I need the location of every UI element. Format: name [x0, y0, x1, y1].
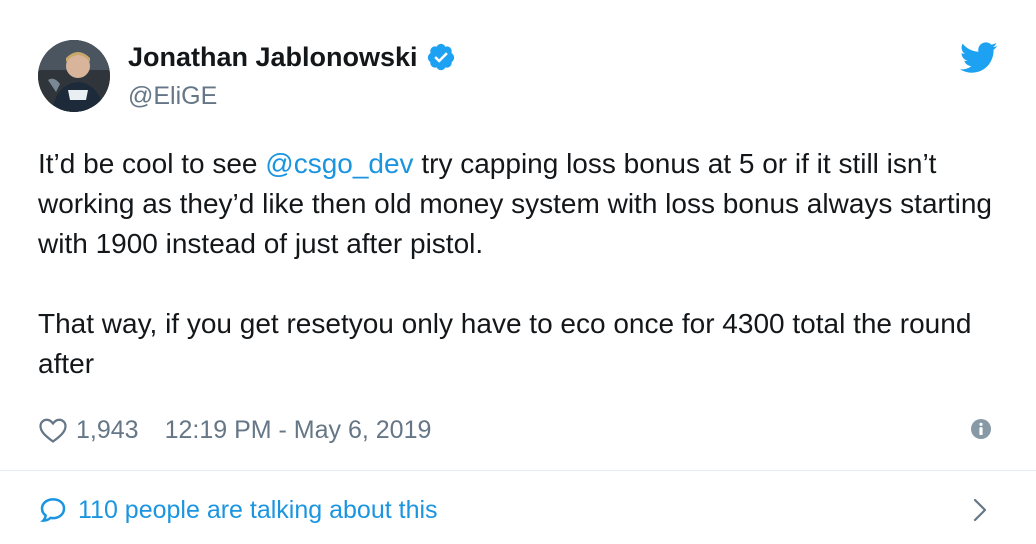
conversation-label[interactable]: 110 people are talking about this	[78, 496, 438, 525]
tweet-timestamp[interactable]: 12:19 PM - May 6, 2019	[165, 416, 432, 445]
tweet-meta-row: 1,943 12:19 PM - May 6, 2019	[38, 412, 431, 448]
heart-icon[interactable]	[38, 416, 68, 444]
author-name-row: Jonathan Jablonowski	[128, 40, 456, 74]
author-handle[interactable]: @EliGE	[128, 80, 217, 112]
divider	[0, 470, 1036, 471]
like-count[interactable]: 1,943	[76, 416, 139, 445]
embedded-tweet-card: Jonathan Jablonowski @EliGE It’d be cool…	[0, 0, 1036, 544]
avatar[interactable]	[38, 40, 110, 112]
info-icon[interactable]	[970, 418, 992, 440]
tweet-text-before-mention: It’d be cool to see	[38, 148, 266, 179]
tweet-body: It’d be cool to see @csgo_dev try cappin…	[38, 144, 998, 384]
chevron-right-icon[interactable]	[968, 496, 992, 524]
tweet-paragraph: It’d be cool to see @csgo_dev try cappin…	[38, 144, 998, 264]
author-display-name[interactable]: Jonathan Jablonowski	[128, 40, 418, 74]
twitter-bird-icon[interactable]	[960, 42, 998, 74]
verified-badge-icon	[426, 42, 456, 72]
speech-bubble-icon	[38, 495, 68, 525]
tweet-paragraph: That way, if you get resetyou only have …	[38, 308, 972, 379]
mention-link[interactable]: @csgo_dev	[265, 148, 413, 179]
avatar-image	[38, 40, 110, 112]
conversation-link[interactable]: 110 people are talking about this	[38, 492, 438, 528]
